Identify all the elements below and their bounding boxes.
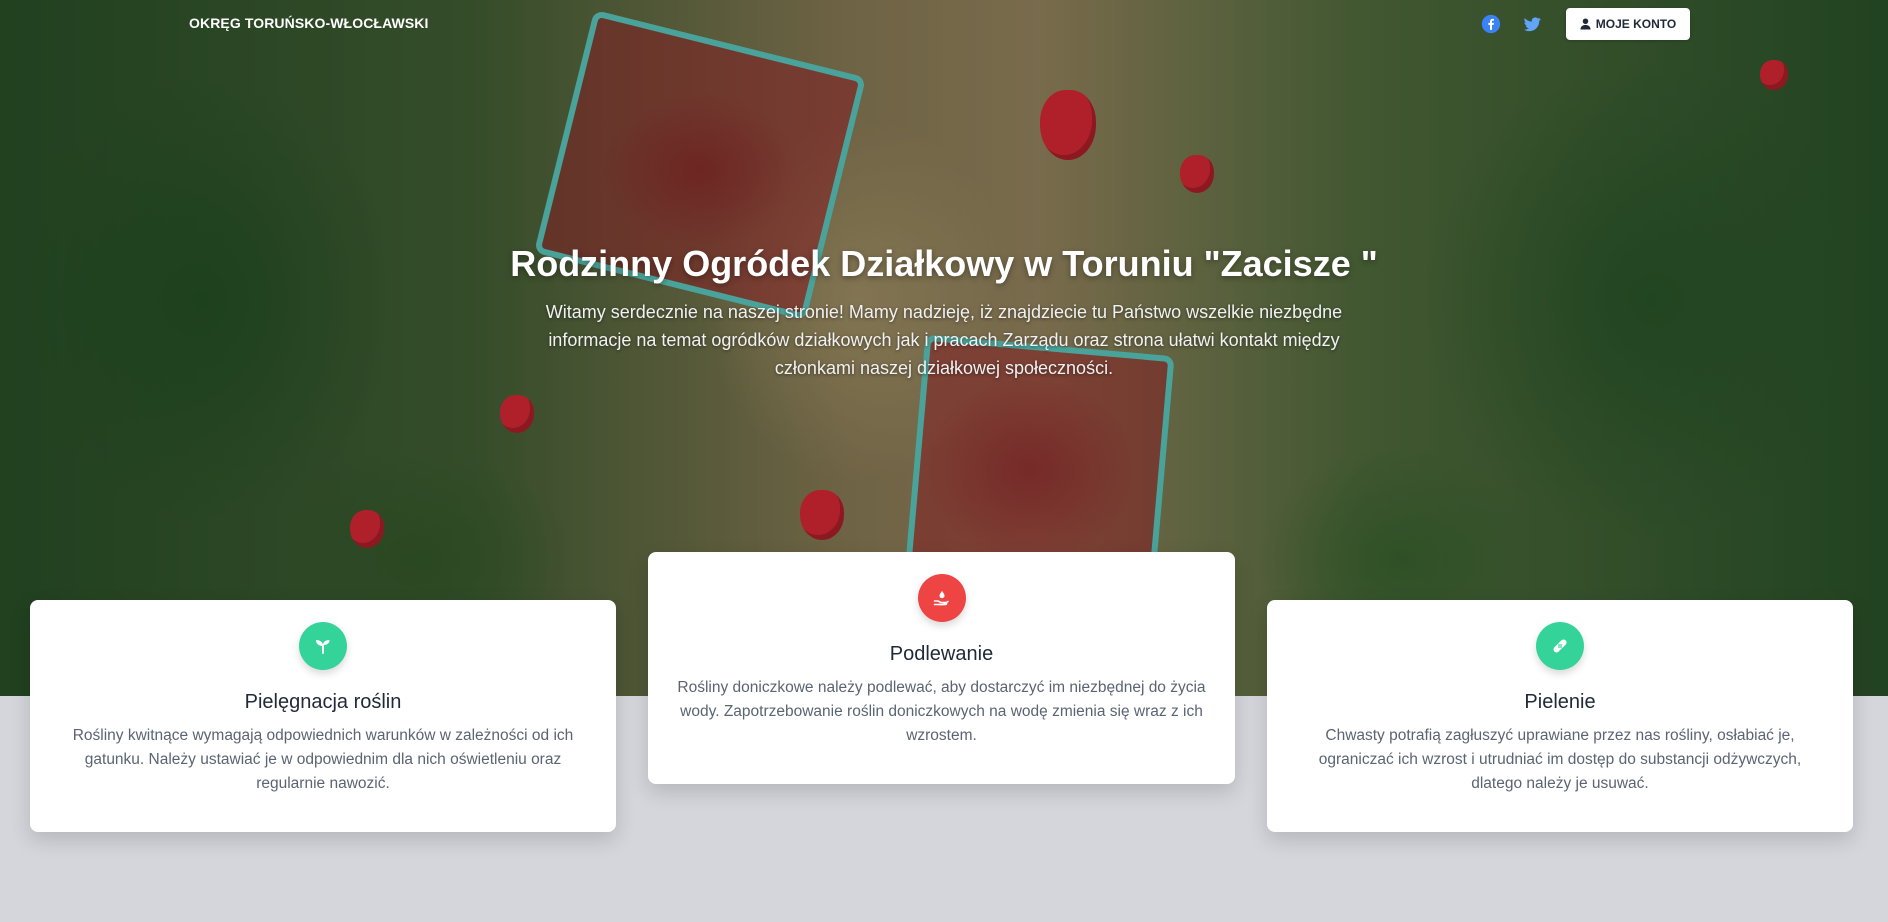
feature-card-weeding: Pielenie Chwasty potrafią zagłuszyć upra…	[1267, 600, 1853, 832]
page-title: Rodzinny Ogródek Działkowy w Toruniu "Za…	[510, 243, 1378, 284]
hero-subtitle: Witamy serdecznie na naszej stronie! Mam…	[545, 302, 1343, 378]
strawberry-image	[1040, 90, 1096, 160]
card-title: Pielenie	[1524, 691, 1596, 713]
card-text: Rośliny kwitnące wymagają odpowiednich w…	[72, 727, 574, 792]
card-text: Chwasty potrafią zagłuszyć uprawiane prz…	[1318, 727, 1802, 792]
my-account-label: MOJE KONTO	[1595, 17, 1677, 31]
card-title: Podlewanie	[889, 643, 994, 665]
twitter-icon[interactable]	[1522, 14, 1542, 34]
seedling-icon	[299, 622, 347, 670]
feature-card-watering: Podlewanie Rośliny doniczkowe należy pod…	[648, 552, 1235, 784]
strawberry-image	[800, 490, 844, 540]
my-account-button[interactable]: MOJE KONTO	[1566, 8, 1690, 40]
strawberry-image	[1180, 155, 1214, 193]
hand-holding-water-icon	[917, 574, 966, 622]
strawberry-image	[350, 510, 384, 548]
user-icon	[1580, 18, 1591, 30]
bandage-icon	[1536, 622, 1584, 670]
card-text: Rośliny doniczkowe należy podlewać, aby …	[677, 679, 1206, 744]
card-title: Pielęgnacja roślin	[244, 691, 402, 713]
top-navigation: OKRĘG TORUŃSKO-WŁOCŁAWSKI MOJE KONTO	[0, 0, 1888, 48]
facebook-icon[interactable]	[1481, 14, 1501, 34]
brand-link[interactable]: OKRĘG TORUŃSKO-WŁOCŁAWSKI	[189, 15, 428, 31]
hero-section: Rodzinny Ogródek Działkowy w Toruniu "Za…	[0, 240, 1888, 382]
strawberry-image	[500, 395, 534, 433]
feature-card-plant-care: Pielęgnacja roślin Rośliny kwitnące wyma…	[30, 600, 616, 832]
strawberry-image	[1760, 60, 1788, 90]
